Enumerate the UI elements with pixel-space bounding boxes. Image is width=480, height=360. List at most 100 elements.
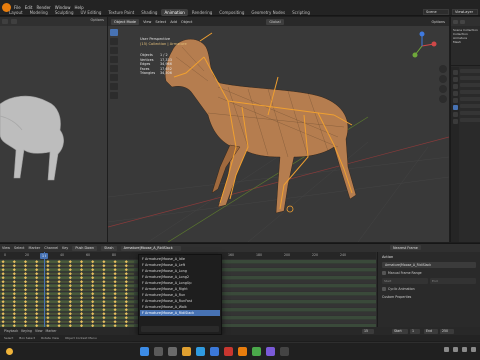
output-tab-icon[interactable] (452, 84, 458, 89)
object-tab-icon[interactable] (452, 105, 458, 110)
ds-menu-view[interactable]: View (2, 246, 10, 250)
viewport-menu-object[interactable]: Object (181, 20, 192, 24)
mode-dropdown[interactable]: Object Mode (111, 18, 140, 25)
tab-shading[interactable]: Shading (138, 9, 160, 16)
ds-menu-select[interactable]: Select (14, 246, 24, 250)
scene-field[interactable]: Scene (423, 9, 449, 15)
file-explorer-icon[interactable] (182, 347, 191, 356)
measure-tool-icon[interactable] (110, 92, 118, 99)
ds-menu-channel[interactable]: Channel (44, 246, 58, 250)
filter-icon[interactable] (460, 19, 465, 24)
prop-field[interactable] (460, 76, 480, 80)
outliner-item[interactable]: Mesh (453, 40, 478, 44)
cursor-tool-icon[interactable] (110, 38, 118, 45)
view-icon[interactable] (11, 19, 17, 24)
playhead-line[interactable] (44, 252, 45, 327)
start-frame-field[interactable]: 1 (410, 328, 420, 334)
end-frame-field[interactable]: 250 (440, 328, 454, 334)
edge-browser-icon[interactable] (196, 347, 205, 356)
editor-type-icon[interactable] (2, 19, 8, 24)
viewport-menu-add[interactable]: Add (170, 20, 177, 24)
action-side-panel: Action Armature|Moose_A_RidiSlack Manual… (377, 252, 480, 327)
viewport-menu-view[interactable]: View (143, 20, 151, 24)
search-icon[interactable] (154, 347, 163, 356)
app-icon[interactable] (224, 347, 233, 356)
wifi-icon[interactable] (453, 347, 458, 352)
range-start-field[interactable]: Start (382, 278, 428, 284)
app-icon[interactable] (280, 347, 289, 356)
weather-widget[interactable] (6, 348, 13, 355)
render-tab-icon[interactable] (452, 77, 458, 82)
orientation-dropdown[interactable]: Global (266, 18, 284, 25)
battery-icon[interactable] (471, 347, 476, 352)
pan-icon[interactable] (439, 75, 447, 83)
start-menu-icon[interactable] (140, 347, 149, 356)
prop-field[interactable] (460, 90, 480, 94)
view-layer-field[interactable]: ViewLayer (452, 9, 478, 15)
chevron-up-icon[interactable] (444, 347, 449, 352)
prop-field[interactable] (460, 83, 480, 87)
action-selector[interactable]: Armature|Moose_A_RidiSlack (120, 245, 181, 251)
footer-playback[interactable]: Playback (4, 329, 18, 333)
task-view-icon[interactable] (168, 347, 177, 356)
range-end-field[interactable]: End (430, 278, 476, 284)
camera-view-icon[interactable] (439, 85, 447, 93)
tab-geometry-nodes[interactable]: Geometry Nodes (248, 9, 288, 16)
tab-uv-editing[interactable]: UV Editing (78, 9, 105, 16)
navigation-gizmo-icon[interactable] (407, 31, 437, 61)
left-viewport[interactable] (0, 26, 107, 242)
footer-keying[interactable]: Keying (21, 329, 32, 333)
prop-field[interactable] (460, 118, 480, 122)
tab-layout[interactable]: Layout (6, 9, 26, 16)
action-panel-header[interactable]: Action (382, 255, 476, 259)
modifier-tab-icon[interactable] (452, 112, 458, 117)
viewport-options[interactable]: Options (431, 20, 445, 24)
prop-field[interactable] (460, 69, 480, 73)
cyclic-animation-checkbox[interactable]: Cyclic Animation (382, 287, 476, 291)
footer-view[interactable]: View (35, 329, 43, 333)
annotate-tool-icon[interactable] (110, 83, 118, 90)
tab-rendering[interactable]: Rendering (189, 9, 215, 16)
tab-sculpting[interactable]: Sculpting (52, 9, 77, 16)
action-name-field[interactable]: Armature|Moose_A_RidiSlack (382, 262, 476, 268)
manual-frame-range-checkbox[interactable]: Manual Frame Range (382, 271, 476, 275)
push-down-button[interactable]: Push Down (72, 245, 98, 251)
ds-menu-key[interactable]: Key (62, 246, 68, 250)
tool-tab-icon[interactable] (452, 70, 458, 75)
action-search-field[interactable] (141, 326, 219, 332)
app-icon[interactable] (252, 347, 261, 356)
ds-menu-marker[interactable]: Marker (29, 246, 41, 250)
prop-field[interactable] (460, 104, 480, 108)
rotate-tool-icon[interactable] (110, 56, 118, 63)
tab-texture-paint[interactable]: Texture Paint (105, 9, 137, 16)
transform-tool-icon[interactable] (110, 74, 118, 81)
data-tab-icon[interactable] (452, 119, 458, 124)
prop-field[interactable] (460, 97, 480, 101)
tab-animation[interactable]: Animation (161, 9, 188, 16)
current-frame-field[interactable]: 15 (362, 328, 374, 334)
blender-taskbar-icon[interactable] (238, 347, 247, 356)
scale-tool-icon[interactable] (110, 65, 118, 72)
action-list-item[interactable]: F Armature|Moose_A_RidiSlack (140, 310, 220, 316)
zoom-icon[interactable] (439, 65, 447, 73)
ortho-toggle-icon[interactable] (439, 95, 447, 103)
left-options-label[interactable]: Options (90, 18, 104, 22)
footer-marker[interactable]: Marker (46, 329, 57, 333)
store-icon[interactable] (210, 347, 219, 356)
volume-icon[interactable] (462, 347, 467, 352)
snap-dropdown[interactable]: Nearest Frame (390, 245, 421, 250)
tab-scripting[interactable]: Scripting (289, 9, 313, 16)
world-tab-icon[interactable] (452, 98, 458, 103)
viewport-menu-select[interactable]: Select (155, 20, 166, 24)
move-tool-icon[interactable] (110, 47, 118, 54)
outliner-type-icon[interactable] (453, 19, 458, 24)
scene-tab-icon[interactable] (452, 91, 458, 96)
custom-properties-panel[interactable]: Custom Properties (382, 295, 476, 299)
tab-modeling[interactable]: Modeling (27, 9, 51, 16)
stash-button[interactable]: Stash (101, 245, 117, 251)
select-tool-icon[interactable] (110, 29, 118, 36)
3d-viewport[interactable]: Object Mode View Select Add Object Globa… (108, 17, 449, 242)
app-icon[interactable] (266, 347, 275, 356)
prop-field[interactable] (460, 111, 480, 115)
tab-compositing[interactable]: Compositing (216, 9, 247, 16)
